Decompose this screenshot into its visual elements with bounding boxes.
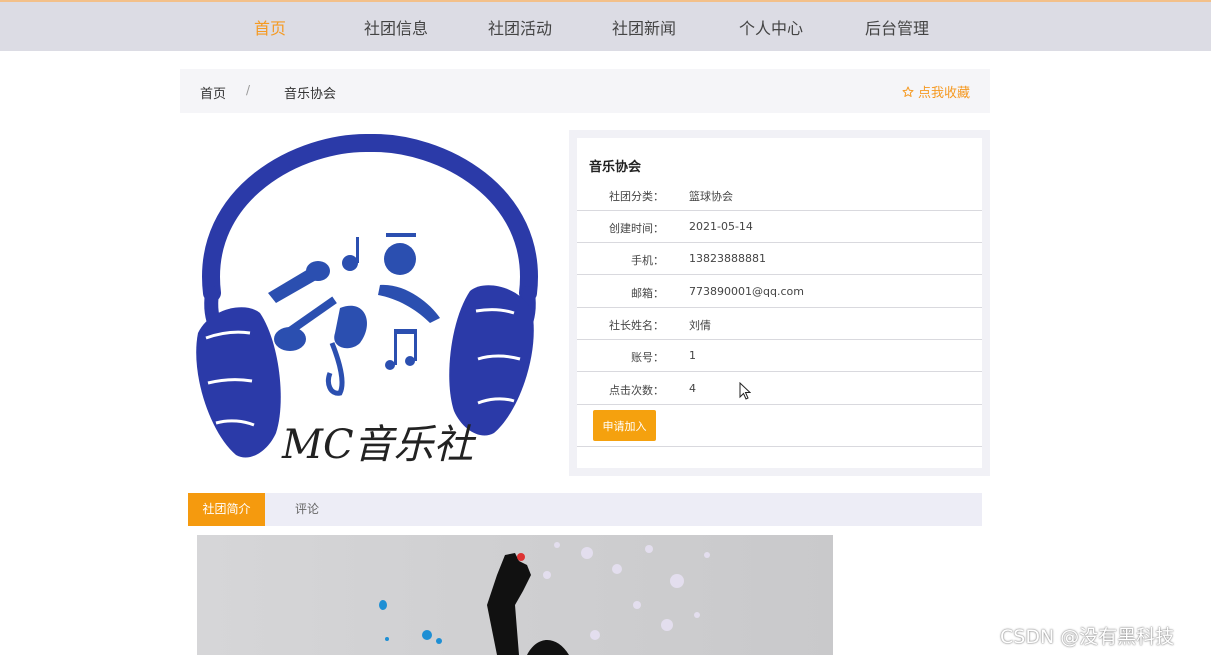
info-value: 刘倩 <box>689 319 711 332</box>
breadcrumb-current: 音乐协会 <box>284 87 337 102</box>
breadcrumb: 首页 / 音乐协会 点我收藏 <box>180 69 990 113</box>
info-label: 创建时间： <box>609 222 664 235</box>
nav-item-club-info[interactable]: 社团信息 <box>364 15 428 39</box>
club-info-panel: 音乐协会 社团分类： 篮球协会 创建时间： 2021-05-14 手机： 138… <box>577 138 982 468</box>
favorite-label: 点我收藏 <box>917 86 970 101</box>
info-row-category: 社团分类： 篮球协会 <box>577 179 982 211</box>
apply-join-button[interactable]: 申请加入 <box>593 410 656 441</box>
mouse-cursor-icon <box>739 382 751 400</box>
info-value: 4 <box>689 382 696 395</box>
divider <box>577 446 982 447</box>
intro-illustration <box>379 542 710 655</box>
info-row-clicks: 点击次数： 4 <box>577 373 982 405</box>
info-row-created: 创建时间： 2021-05-14 <box>577 211 982 243</box>
tab-comments[interactable]: 评论 <box>265 493 349 526</box>
info-value: 篮球协会 <box>689 190 733 203</box>
info-label: 社团分类： <box>609 190 664 203</box>
nav-item-club-news[interactable]: 社团新闻 <box>612 15 676 39</box>
info-row-email: 邮箱： 773890001@qq.com <box>577 276 982 308</box>
info-label: 点击次数： <box>609 384 664 397</box>
info-value: 13823888881 <box>689 252 766 265</box>
top-navigation: 首页 社团信息 社团活动 社团新闻 个人中心 后台管理 <box>0 0 1211 51</box>
star-outline-icon <box>902 86 914 97</box>
breadcrumb-separator: / <box>246 83 251 97</box>
club-intro-image <box>197 535 833 655</box>
detail-tabs: 社团简介 评论 <box>188 493 982 526</box>
info-label: 手机： <box>631 254 664 267</box>
info-label: 社长姓名： <box>609 319 664 332</box>
info-row-president: 社长姓名： 刘倩 <box>577 308 982 340</box>
club-info-card: 音乐协会 社团分类： 篮球协会 创建时间： 2021-05-14 手机： 138… <box>569 130 990 476</box>
info-label: 账号： <box>631 351 664 364</box>
info-label: 邮箱： <box>631 287 664 300</box>
info-row-phone: 手机： 13823888881 <box>577 243 982 275</box>
tab-club-intro[interactable]: 社团简介 <box>188 493 265 526</box>
headphones-logo-image: MC音乐社 <box>196 133 538 468</box>
watermark: CSDN @没有黑科技 <box>1000 626 1175 648</box>
info-value: 2021-05-14 <box>689 220 753 233</box>
breadcrumb-home-link[interactable]: 首页 <box>200 83 226 102</box>
club-name: 音乐协会 <box>589 160 642 175</box>
club-logo: MC音乐社 <box>190 133 550 473</box>
info-value: 773890001@qq.com <box>689 285 804 298</box>
info-value: 1 <box>689 349 696 362</box>
favorite-link[interactable]: 点我收藏 <box>902 82 970 101</box>
logo-text: MC音乐社 <box>281 422 477 468</box>
nav-item-admin[interactable]: 后台管理 <box>865 15 929 39</box>
nav-item-club-activities[interactable]: 社团活动 <box>488 15 552 39</box>
nav-item-personal-center[interactable]: 个人中心 <box>739 15 803 39</box>
info-row-account: 账号： 1 <box>577 340 982 372</box>
nav-item-home[interactable]: 首页 <box>254 15 286 39</box>
